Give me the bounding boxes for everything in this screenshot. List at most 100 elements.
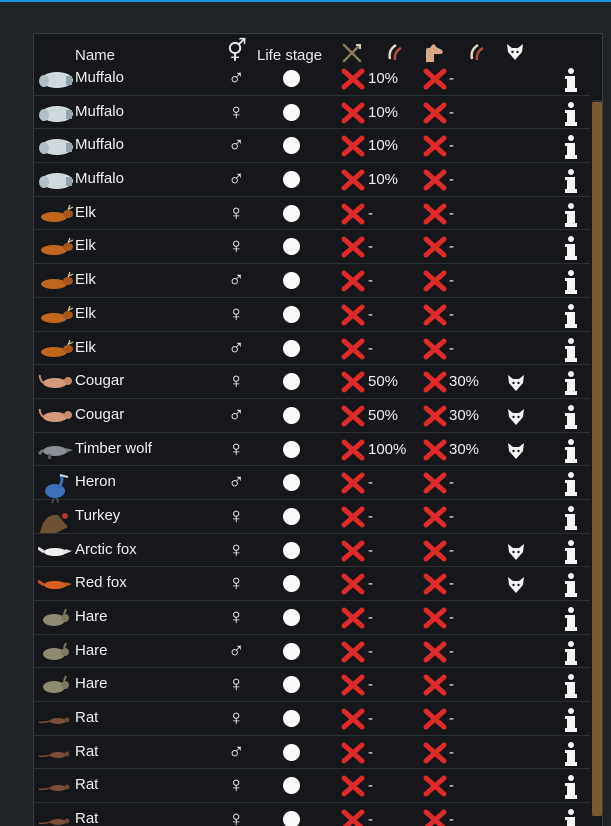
info-icon[interactable] <box>564 370 578 396</box>
cross-icon[interactable] <box>341 573 365 595</box>
info-icon[interactable] <box>564 640 578 666</box>
info-icon[interactable] <box>564 67 578 93</box>
cross-icon[interactable] <box>423 405 447 427</box>
cross-icon[interactable] <box>341 169 365 191</box>
info-icon[interactable] <box>564 539 578 565</box>
animal-name[interactable]: Muffalo <box>75 170 124 187</box>
table-row[interactable]: Muffalo ♀ 10% - <box>34 96 590 130</box>
table-row[interactable]: Timber wolf ♀ 100% 30% <box>34 433 590 467</box>
hand-icon[interactable] <box>422 42 446 64</box>
animal-name[interactable]: Elk <box>75 204 96 221</box>
cross-icon[interactable] <box>423 439 447 461</box>
animal-name[interactable]: Hare <box>75 608 108 625</box>
info-icon[interactable] <box>564 673 578 699</box>
table-row[interactable]: Muffalo ♂ 10% - <box>34 62 590 96</box>
cross-icon[interactable] <box>423 203 447 225</box>
info-icon[interactable] <box>564 269 578 295</box>
animal-name[interactable]: Timber wolf <box>75 440 152 457</box>
info-icon[interactable] <box>564 808 578 826</box>
animal-name[interactable]: Cougar <box>75 406 124 423</box>
cross-icon[interactable] <box>423 236 447 258</box>
table-row[interactable]: Turkey ♀ - - <box>34 500 590 534</box>
table-row[interactable]: Cougar ♀ 50% 30% <box>34 365 590 399</box>
bow-icon[interactable] <box>341 42 363 64</box>
cross-icon[interactable] <box>341 236 365 258</box>
animal-name[interactable]: Rat <box>75 810 98 826</box>
info-icon[interactable] <box>564 606 578 632</box>
animal-name[interactable]: Hare <box>75 675 108 692</box>
table-row[interactable]: Elk ♂ - - <box>34 332 590 366</box>
cross-icon[interactable] <box>341 674 365 696</box>
cross-icon[interactable] <box>423 674 447 696</box>
cross-icon[interactable] <box>341 405 365 427</box>
table-row[interactable]: Elk ♂ - - <box>34 264 590 298</box>
cross-icon[interactable] <box>423 607 447 629</box>
info-icon[interactable] <box>564 404 578 430</box>
animal-name[interactable]: Rat <box>75 743 98 760</box>
cross-icon[interactable] <box>423 708 447 730</box>
animal-name[interactable]: Muffalo <box>75 136 124 153</box>
cross-icon[interactable] <box>423 506 447 528</box>
column-header-gender[interactable]: ⚥ <box>227 38 247 64</box>
table-row[interactable]: Rat ♀ - - <box>34 769 590 804</box>
animal-name[interactable]: Elk <box>75 339 96 356</box>
cross-icon[interactable] <box>341 68 365 90</box>
info-icon[interactable] <box>564 235 578 261</box>
cross-icon[interactable] <box>423 540 447 562</box>
cross-icon[interactable] <box>341 102 365 124</box>
cross-icon[interactable] <box>341 742 365 764</box>
table-row[interactable]: Muffalo ♂ 10% - <box>34 163 590 197</box>
cross-icon[interactable] <box>341 371 365 393</box>
animal-name[interactable]: Arctic fox <box>75 541 137 558</box>
cross-icon[interactable] <box>341 775 365 797</box>
cross-icon[interactable] <box>341 506 365 528</box>
info-icon[interactable] <box>564 707 578 733</box>
animal-name[interactable]: Muffalo <box>75 103 124 120</box>
table-row[interactable]: Muffalo ♂ 10% - <box>34 129 590 164</box>
info-icon[interactable] <box>564 202 578 228</box>
info-icon[interactable] <box>564 337 578 363</box>
info-icon[interactable] <box>564 168 578 194</box>
animal-name[interactable]: Heron <box>75 473 116 490</box>
animal-name[interactable]: Elk <box>75 271 96 288</box>
table-row[interactable]: Rat ♂ - - <box>34 736 590 770</box>
info-icon[interactable] <box>564 505 578 531</box>
table-row[interactable]: Rat ♀ - - <box>34 702 590 736</box>
cross-icon[interactable] <box>423 270 447 292</box>
cross-icon[interactable] <box>423 304 447 326</box>
cross-icon[interactable] <box>341 338 365 360</box>
cross-icon[interactable] <box>341 708 365 730</box>
wolf-icon[interactable] <box>505 42 525 62</box>
cross-icon[interactable] <box>423 573 447 595</box>
cross-icon[interactable] <box>423 809 447 826</box>
table-row[interactable]: Elk ♀ - - <box>34 298 590 332</box>
table-row[interactable]: Heron ♂ - - <box>34 466 590 504</box>
cross-icon[interactable] <box>423 742 447 764</box>
info-icon[interactable] <box>564 741 578 767</box>
cross-icon[interactable] <box>423 775 447 797</box>
cross-icon[interactable] <box>423 135 447 157</box>
info-icon[interactable] <box>564 303 578 329</box>
info-icon[interactable] <box>564 438 578 464</box>
table-row[interactable]: Rat ♀ - - <box>34 803 590 826</box>
cross-icon[interactable] <box>341 135 365 157</box>
info-icon[interactable] <box>564 572 578 598</box>
scrollbar-thumb[interactable] <box>592 102 602 816</box>
animal-name[interactable]: Hare <box>75 642 108 659</box>
info-icon[interactable] <box>564 774 578 800</box>
cross-icon[interactable] <box>341 203 365 225</box>
cross-icon[interactable] <box>341 439 365 461</box>
table-row[interactable]: Arctic fox ♀ - - <box>34 534 590 568</box>
table-row[interactable]: Hare ♂ - - <box>34 635 590 669</box>
table-row[interactable]: Hare ♀ - - <box>34 601 590 635</box>
claw-icon[interactable] <box>386 42 404 62</box>
cross-icon[interactable] <box>423 338 447 360</box>
table-row[interactable]: Cougar ♂ 50% 30% <box>34 399 590 433</box>
animal-name[interactable]: Elk <box>75 305 96 322</box>
cross-icon[interactable] <box>423 169 447 191</box>
table-row[interactable]: Hare ♀ - - <box>34 668 590 703</box>
animal-name[interactable]: Muffalo <box>75 69 124 86</box>
cross-icon[interactable] <box>423 68 447 90</box>
animal-name[interactable]: Elk <box>75 237 96 254</box>
cross-icon[interactable] <box>423 641 447 663</box>
